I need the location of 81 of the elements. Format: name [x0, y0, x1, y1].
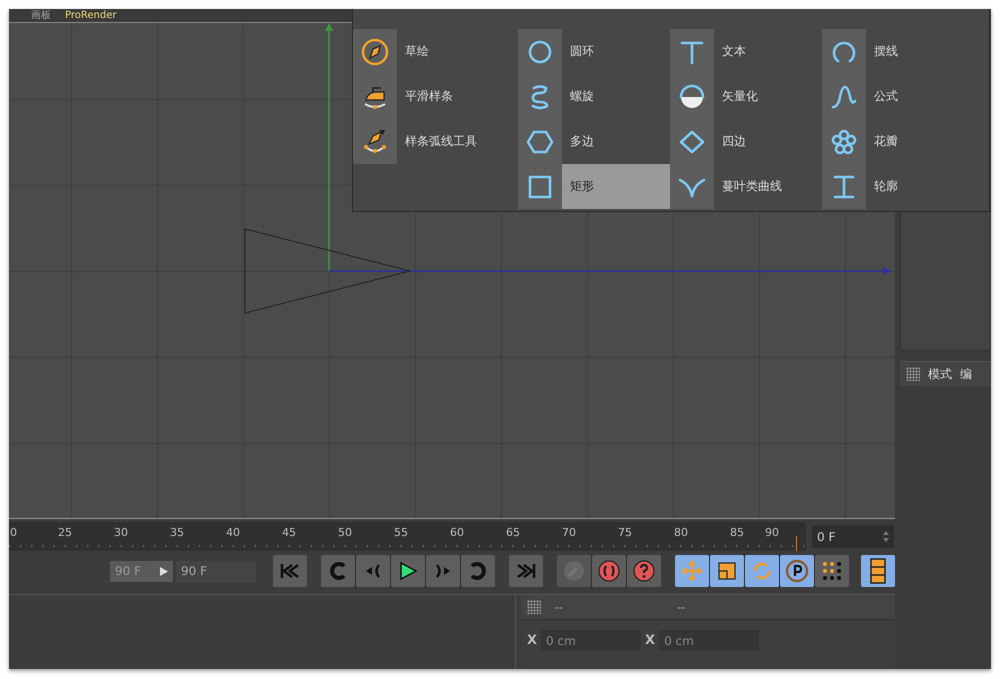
frame-number: 40 [225, 525, 241, 541]
menu-item[interactable]: 摆线 [822, 29, 991, 74]
frame-number: 70 [561, 525, 577, 541]
menu-item[interactable]: 螺旋 [518, 74, 670, 119]
pen-arc-icon [361, 128, 389, 156]
menu-item[interactable]: 矩形 [518, 164, 670, 209]
previous-key-button[interactable] [321, 555, 355, 587]
menu-item[interactable]: 草绘 [353, 29, 518, 74]
move-toggle[interactable] [675, 555, 709, 587]
menu-item[interactable]: 圆环 [518, 29, 670, 74]
record-button[interactable] [592, 555, 626, 587]
menu-item[interactable]: ProRender [65, 9, 116, 22]
record-icon [597, 559, 621, 583]
column-header: -- [676, 600, 685, 614]
spinner-icon[interactable] [883, 531, 889, 542]
menu-item[interactable]: 画板 [31, 9, 51, 22]
square-icon [526, 172, 554, 200]
next-key-button[interactable] [461, 555, 495, 587]
film-strip-icon [868, 558, 888, 584]
diamond-icon [678, 128, 706, 156]
frame-number: 35 [169, 525, 185, 541]
half-circle-icon [678, 82, 706, 110]
play-arrow-icon [160, 566, 168, 576]
loop-forward-icon [468, 561, 488, 581]
circle-icon [526, 38, 554, 66]
frame-number: 65 [505, 525, 521, 541]
help-button[interactable] [627, 555, 661, 587]
menu-item[interactable]: 文本 [670, 29, 822, 74]
p-circle-icon [785, 559, 809, 583]
panel-menu-item[interactable]: 模式 [928, 366, 952, 382]
question-icon [632, 559, 656, 583]
timeline-ruler[interactable]: 0 25 30 35 40 45 50 55 60 65 70 75 80 85 90 [9, 522, 806, 551]
frame-number: 0 [9, 525, 18, 541]
axis-label: X [527, 633, 538, 648]
frame-number: 60 [449, 525, 465, 541]
panel-menu-item[interactable]: 编 [960, 366, 972, 382]
frame-number: 85 [729, 525, 745, 541]
parameter-toggle[interactable] [780, 555, 814, 587]
dot-grid-icon [906, 367, 920, 381]
dot-grid-icon [820, 559, 844, 583]
point-level-toggle[interactable] [815, 555, 849, 587]
menu-item[interactable]: 平滑样条 [353, 74, 518, 119]
menu-item[interactable]: 蔓叶类曲线 [670, 164, 822, 209]
column-header: -- [555, 600, 563, 614]
play-button[interactable] [391, 555, 425, 587]
frame-number: 55 [393, 525, 409, 541]
frame-number: 80 [673, 525, 689, 541]
wrench-circle-icon [562, 559, 586, 583]
frame-number: 50 [337, 525, 353, 541]
skip-end-icon [516, 563, 536, 579]
dot-grid-icon [527, 600, 541, 614]
menu-item[interactable]: 四边 [670, 119, 822, 164]
scale-toggle[interactable] [710, 555, 744, 587]
axis-label: X [645, 633, 656, 648]
coordinate-field[interactable]: 0 cm [659, 630, 760, 651]
timeline-window-button[interactable] [861, 555, 895, 587]
pen-circle-icon [361, 38, 389, 66]
menu-item[interactable]: 花瓣 [822, 119, 991, 164]
cross-arrows-icon [680, 559, 704, 583]
current-frame-field[interactable]: 0 F [812, 525, 894, 548]
frame-number: 75 [617, 525, 633, 541]
play-icon [398, 561, 418, 581]
coordinate-field[interactable]: 0 cm [541, 630, 642, 651]
skip-start-icon [280, 563, 300, 579]
max-frame-field[interactable]: 90 F [176, 560, 256, 582]
loop-back-icon [328, 561, 348, 581]
menu-item[interactable]: 多边 [518, 119, 670, 164]
hexagon-icon [526, 128, 554, 156]
menu-item[interactable]: 轮廓 [822, 164, 991, 209]
frame-number: 25 [57, 525, 73, 541]
frame-number: 90 [765, 525, 780, 541]
wave-icon [830, 82, 858, 110]
frame-number: 45 [281, 525, 297, 541]
frame-number: 30 [113, 525, 129, 541]
go-to-end-button[interactable] [509, 555, 543, 587]
flower-icon [830, 128, 858, 156]
menu-item[interactable]: 样条弧线工具 [353, 119, 518, 164]
rotate-toggle[interactable] [745, 555, 779, 587]
menu-item[interactable]: 公式 [822, 74, 991, 119]
go-to-start-button[interactable] [273, 555, 307, 587]
menu-item[interactable]: 矢量化 [670, 74, 822, 119]
